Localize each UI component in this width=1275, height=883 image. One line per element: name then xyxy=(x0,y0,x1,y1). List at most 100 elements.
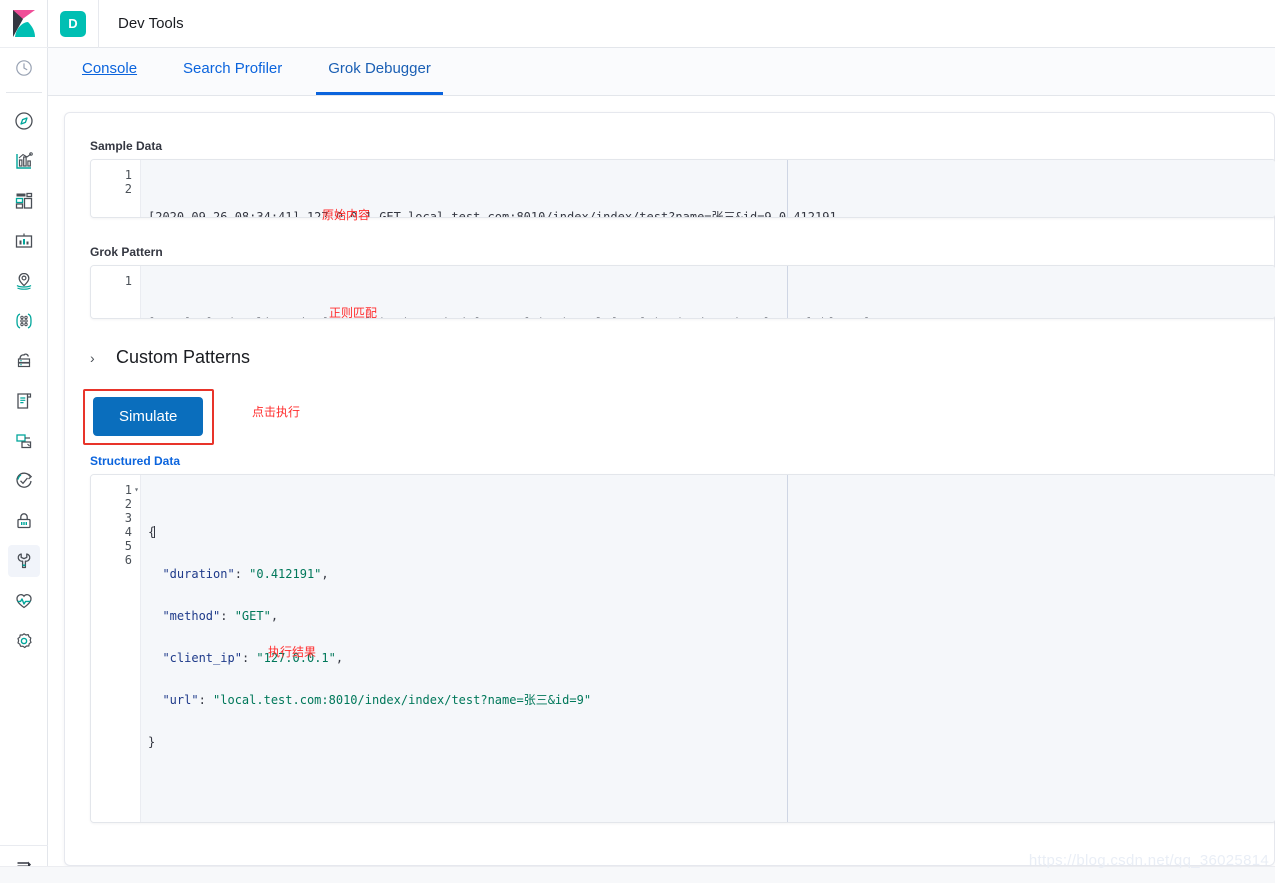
maps-icon xyxy=(16,272,31,290)
json-value-duration: "0.412191" xyxy=(249,567,322,581)
json-key-client-ip: "client_ip" xyxy=(162,651,242,665)
sample-data-editor[interactable]: 1 2 [2020-09-26 08:34:41] 127.0.0.1 GET … xyxy=(90,159,1275,218)
sample-data-gutter: 1 2 xyxy=(91,160,141,217)
grok-pattern-editor[interactable]: 1 [\s\S]*\]\s(?<client_ip>[0-9\.]+)\s(?<… xyxy=(90,265,1275,319)
line-number: 2 xyxy=(124,497,132,511)
code-line: "client_ip": "127.0.0.1", xyxy=(162,651,344,665)
code-line: [2020-09-26 08:34:41] 127.0.0.1 GET loca… xyxy=(148,210,837,217)
dev-tools-icon xyxy=(17,553,30,569)
app-header: D Dev Tools xyxy=(48,0,1275,48)
kibana-logo[interactable] xyxy=(0,0,48,48)
json-value-method: "GET" xyxy=(234,609,271,623)
kibana-dev-tools-window: D Dev Tools Console Search Profiler Grok… xyxy=(0,0,1275,883)
tab-console-label: Console xyxy=(82,60,138,78)
code-line: { xyxy=(148,525,1275,539)
sidebar-item-discover[interactable] xyxy=(8,105,40,137)
management-icon xyxy=(16,633,32,649)
custom-patterns-accordion[interactable]: › Custom Patterns xyxy=(90,347,250,368)
sidebar-item-canvas[interactable] xyxy=(8,225,40,257)
recently-viewed-icon xyxy=(15,60,32,76)
print-margin-ruler xyxy=(787,160,788,217)
rail-icon-list xyxy=(0,48,48,661)
sidebar-item-logs[interactable] xyxy=(8,385,40,417)
line-number: 2 xyxy=(124,182,132,196)
line-number: 6 xyxy=(124,553,132,567)
line-number: 3 xyxy=(124,511,132,525)
grok-pattern-gutter: 1 xyxy=(91,266,141,318)
header-divider xyxy=(98,0,99,48)
tab-search-profiler-label: Search Profiler xyxy=(183,60,283,78)
tab-grok-debugger[interactable]: Grok Debugger xyxy=(316,47,443,95)
monitoring-icon xyxy=(15,593,32,609)
sidebar-item-apm[interactable] xyxy=(8,425,40,457)
grok-pattern-code[interactable]: [\s\S]*\]\s(?<client_ip>[0-9\.]+)\s(?<me… xyxy=(141,266,1275,318)
annotation-grok-pattern: 正则匹配 xyxy=(329,306,378,320)
chevron-right-icon: › xyxy=(90,349,95,366)
json-value-url: "local.test.com:8010/index/index/test?na… xyxy=(213,693,592,707)
line-number: 5 xyxy=(124,539,132,553)
machine-learning-icon xyxy=(15,313,32,329)
visualize-icon xyxy=(15,152,33,169)
sample-data-code[interactable]: [2020-09-26 08:34:41] 127.0.0.1 GET loca… xyxy=(141,160,1275,217)
page-title: Dev Tools xyxy=(118,15,184,32)
tab-console[interactable]: Console xyxy=(70,47,149,95)
tab-grok-debugger-label: Grok Debugger xyxy=(328,60,431,78)
infrastructure-icon xyxy=(17,353,30,368)
sidebar-item-dev-tools[interactable] xyxy=(7,545,40,577)
dev-tools-tabbar: Console Search Profiler Grok Debugger xyxy=(48,48,1275,96)
sidebar-item-recently-viewed[interactable] xyxy=(8,52,40,84)
sidebar-item-monitoring[interactable] xyxy=(8,585,40,617)
sidebar-item-visualize[interactable] xyxy=(8,145,40,177)
logs-icon xyxy=(16,393,31,409)
sample-data-label: Sample Data xyxy=(90,139,163,153)
sidebar-item-maps[interactable] xyxy=(8,265,40,297)
canvas-icon xyxy=(15,233,32,248)
structured-data-section: Structured Data 1 ▾ 2 3 4 5 6 {"duratio… xyxy=(90,454,1275,823)
json-close-brace: } xyxy=(148,735,156,749)
primary-navigation-rail xyxy=(0,0,48,883)
line-number: 4 xyxy=(124,525,132,539)
line-number: 1 xyxy=(124,274,132,288)
sidebar-item-machine-learning[interactable] xyxy=(8,305,40,337)
json-key-url: "url" xyxy=(162,693,199,707)
app-badge: D xyxy=(60,10,86,37)
dashboard-icon xyxy=(15,192,32,209)
annotation-sample-data: 原始内容 xyxy=(322,208,371,222)
simulate-button-highlight: Simulate xyxy=(83,389,215,445)
siem-icon xyxy=(16,513,31,529)
json-key-method: "method" xyxy=(162,609,221,623)
line-number: 1 xyxy=(124,483,132,497)
sample-data-section: Sample Data 1 2 [2020-09-26 08:34:41] 12… xyxy=(90,139,1275,218)
line-number: 1 xyxy=(124,168,132,182)
code-line: "duration": "0.412191", xyxy=(162,567,329,581)
grok-pattern-label: Grok Pattern xyxy=(90,245,163,259)
code-line: "method": "GET", xyxy=(162,609,279,623)
sidebar-item-infrastructure[interactable] xyxy=(8,345,40,377)
annotation-simulate: 点击执行 xyxy=(252,405,301,419)
structured-data-label: Structured Data xyxy=(90,454,181,468)
simulate-button[interactable]: Simulate xyxy=(93,397,204,436)
sidebar-item-siem[interactable] xyxy=(8,505,40,537)
rail-divider xyxy=(5,92,42,93)
print-margin-ruler xyxy=(787,266,788,318)
code-line: [\s\S]*\]\s(?<client_ip>[0-9\.]+)\s(?<me… xyxy=(148,316,1275,318)
discover-icon xyxy=(14,112,33,130)
fold-toggle-icon[interactable]: ▾ xyxy=(134,483,139,497)
watermark: https://blog.csdn.net/qq_36025814 xyxy=(1028,852,1269,869)
custom-patterns-label: Custom Patterns xyxy=(116,347,251,367)
grok-pattern-section: Grok Pattern 1 [\s\S]*\]\s(?<client_ip>[… xyxy=(90,245,1275,319)
sidebar-item-dashboard[interactable] xyxy=(8,185,40,217)
sidebar-item-management[interactable] xyxy=(8,625,40,657)
code-line: } xyxy=(148,735,1275,749)
uptime-icon xyxy=(15,472,32,488)
text-caret xyxy=(154,526,156,538)
annotation-result: 执行结果 xyxy=(268,645,317,659)
grok-debugger-panel: Sample Data 1 2 [2020-09-26 08:34:41] 12… xyxy=(64,112,1275,866)
line-number-row: 1 ▾ xyxy=(91,483,140,497)
json-key-duration: "duration" xyxy=(162,567,235,581)
print-margin-ruler xyxy=(787,475,788,822)
sidebar-item-uptime[interactable] xyxy=(8,465,40,497)
structured-data-gutter: 1 ▾ 2 3 4 5 6 xyxy=(91,475,141,822)
tab-search-profiler[interactable]: Search Profiler xyxy=(171,47,294,95)
code-line: "url": "local.test.com:8010/index/index/… xyxy=(162,693,592,707)
